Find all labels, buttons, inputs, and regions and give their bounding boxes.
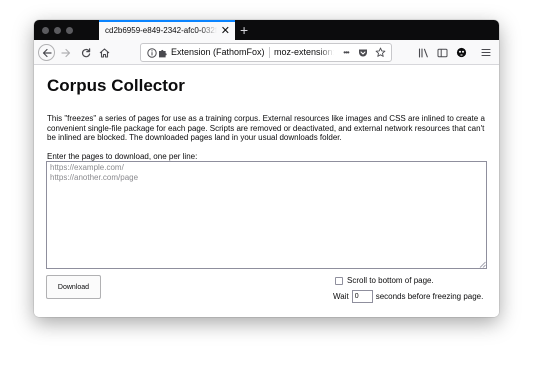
menu-icon [481, 48, 491, 57]
pages-label: Enter the pages to download, one per lin… [47, 152, 198, 161]
extension-button[interactable] [454, 44, 468, 61]
minimize-window-button[interactable] [54, 27, 61, 34]
library-button[interactable] [416, 44, 430, 61]
resize-grip-icon[interactable] [479, 261, 486, 268]
reload-icon [81, 47, 91, 57]
zoom-window-button[interactable] [66, 27, 73, 34]
scroll-option: Scroll to bottom of page. [335, 275, 434, 286]
pocket-icon[interactable] [357, 46, 369, 59]
star-icon[interactable] [374, 46, 386, 59]
sidebar-button[interactable] [435, 44, 449, 61]
home-icon [99, 47, 109, 58]
tab-strip: cd2b6959-e849-2342-afc0-032ffc ✕ + [34, 20, 499, 40]
url-text[interactable]: moz-extension:// [274, 44, 334, 61]
page-description: This "freezes" a series of pages for use… [47, 114, 485, 142]
library-icon [418, 47, 428, 58]
close-window-button[interactable] [42, 27, 49, 34]
forward-button[interactable] [59, 44, 73, 61]
wait-suffix: seconds before freezing page. [375, 291, 484, 301]
browser-window: cd2b6959-e849-2342-afc0-032ffc ✕ + Exten… [34, 20, 499, 317]
scroll-checkbox[interactable] [335, 276, 343, 285]
new-tab-button[interactable]: + [240, 20, 248, 40]
extension-icon [456, 47, 466, 58]
arrow-left-icon [42, 48, 52, 57]
url-bar[interactable]: Extension (FathomFox) moz-extension:// •… [140, 43, 392, 62]
wait-seconds-input[interactable] [351, 289, 373, 303]
page-content: Corpus Collector This "freezes" a series… [34, 66, 499, 317]
url-separator [269, 47, 270, 58]
tab-active[interactable]: cd2b6959-e849-2342-afc0-032ffc ✕ [99, 20, 235, 40]
page-actions-icon[interactable]: ••• [339, 46, 353, 59]
wait-option: Wait seconds before freezing page. [333, 289, 483, 303]
pages-textarea[interactable] [46, 161, 487, 269]
nav-toolbar: Extension (FathomFox) moz-extension:// •… [34, 40, 499, 65]
identity-label: Extension (FathomFox) [171, 47, 265, 57]
back-button[interactable] [38, 44, 55, 61]
info-icon[interactable] [145, 46, 158, 59]
download-button[interactable]: Download [46, 275, 101, 299]
reload-button[interactable] [79, 44, 93, 61]
home-button[interactable] [97, 44, 111, 61]
arrow-right-icon [61, 48, 71, 57]
menu-button[interactable] [479, 44, 493, 61]
puzzle-piece-icon [158, 46, 170, 59]
scroll-label: Scroll to bottom of page. [347, 276, 434, 285]
page-title: Corpus Collector [47, 76, 185, 95]
tab-close-icon[interactable]: ✕ [221, 22, 230, 40]
tab-title: cd2b6959-e849-2342-afc0-032ffc [105, 26, 217, 35]
wait-prefix: Wait [333, 291, 349, 301]
sidebar-icon [437, 48, 447, 57]
